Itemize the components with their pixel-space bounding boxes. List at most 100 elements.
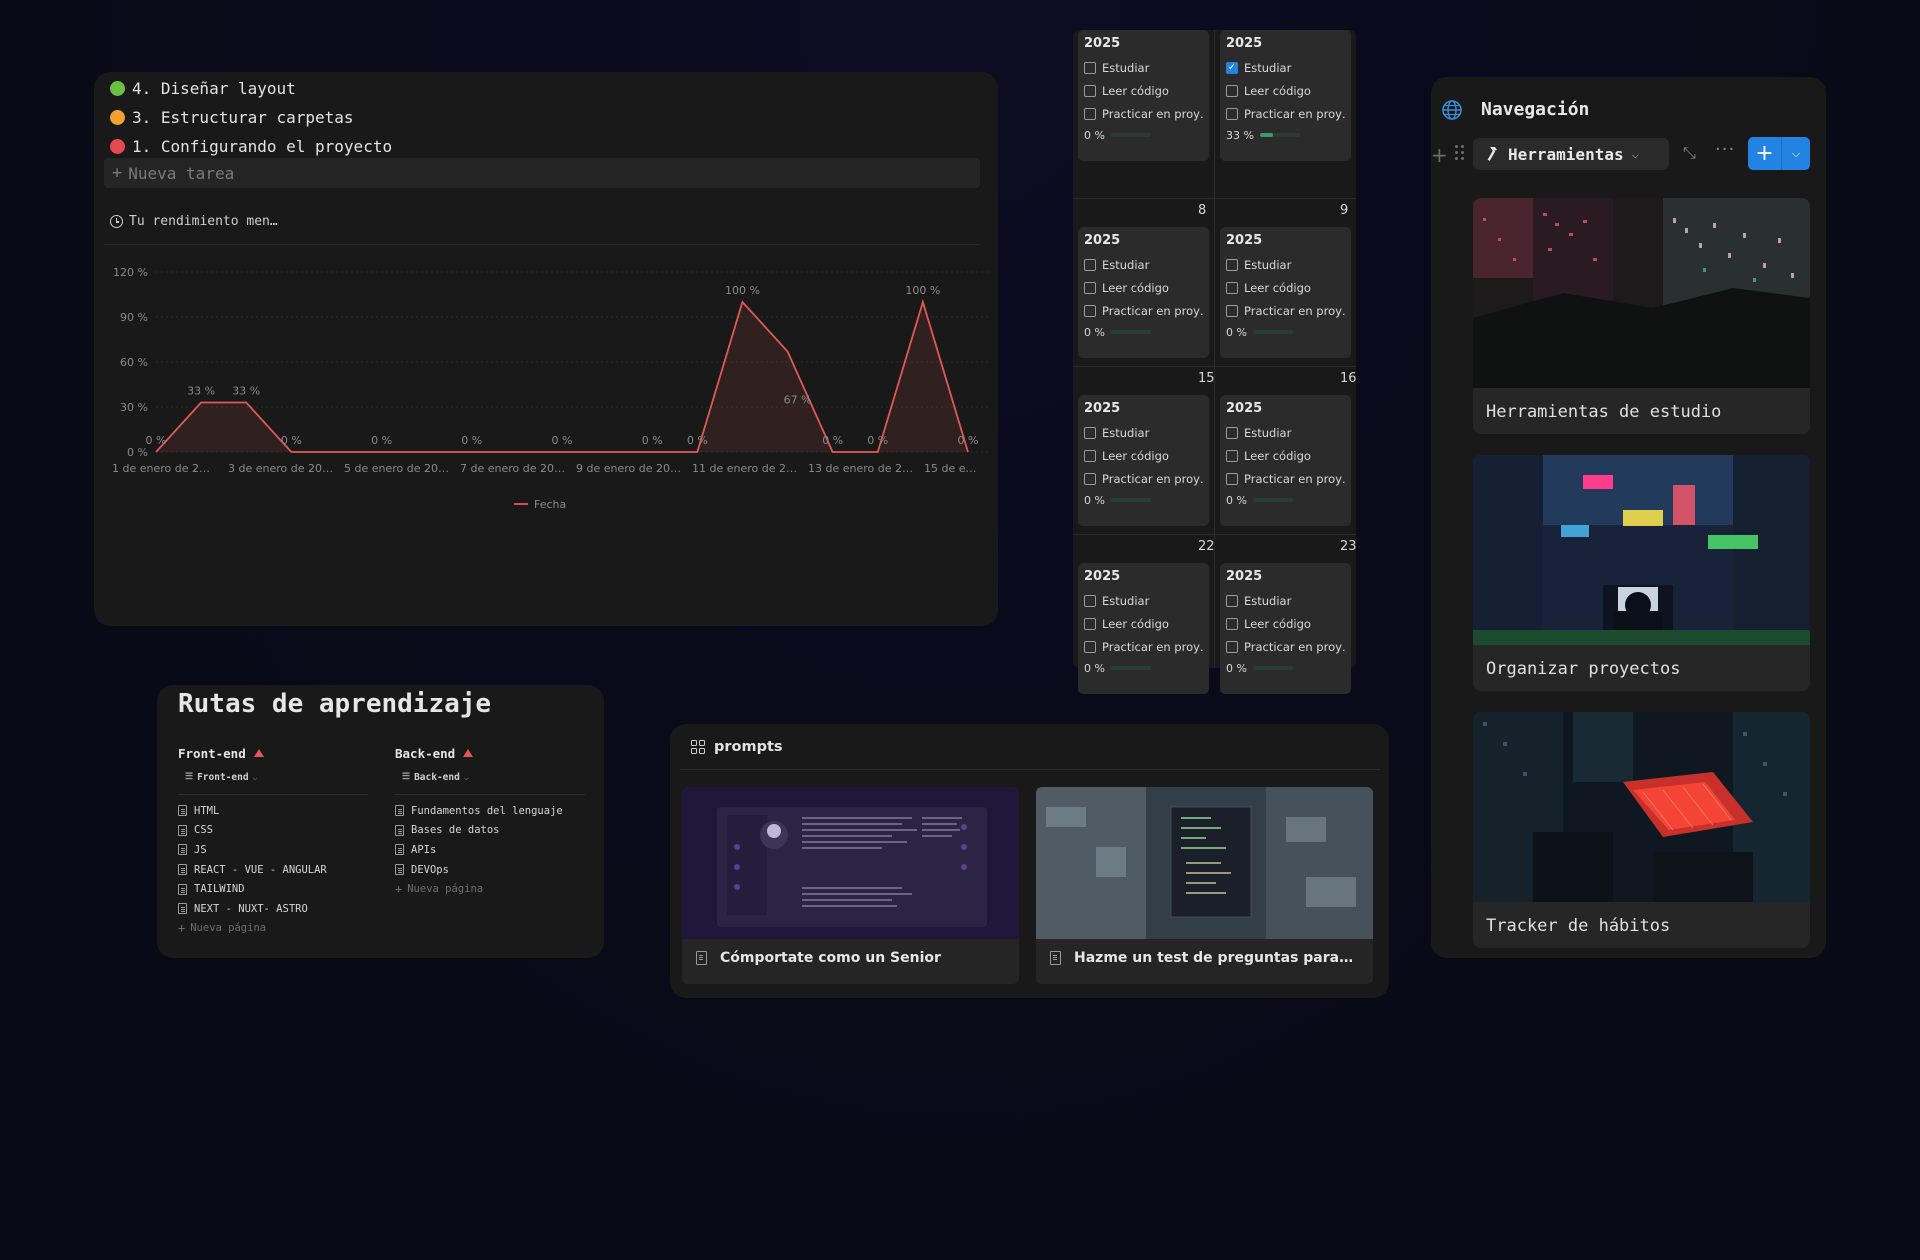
calendar-card[interactable]: 2025 Estudiar Leer código Practicar en p…: [1078, 227, 1209, 358]
checkbox-icon[interactable]: [1084, 84, 1096, 97]
route-page-link[interactable]: CSS: [178, 821, 368, 841]
nav-card-organizar[interactable]: Organizar proyectos: [1473, 455, 1810, 691]
habit-checkbox-row[interactable]: Leer código: [1226, 612, 1345, 635]
habit-checkbox-row[interactable]: Practicar en proy…: [1226, 467, 1345, 490]
view-tab-herramientas[interactable]: Herramientas ⌵: [1473, 138, 1669, 170]
checkbox-icon[interactable]: [1226, 472, 1238, 485]
checkbox-icon[interactable]: [1226, 281, 1238, 294]
habit-checkbox-row[interactable]: Estudiar: [1084, 253, 1203, 276]
route-page-link[interactable]: DEVOps: [395, 860, 585, 880]
checkbox-icon[interactable]: [1226, 617, 1238, 630]
habit-checkbox-row[interactable]: Practicar en proy…: [1084, 467, 1203, 490]
habit-checkbox-row[interactable]: Leer código: [1226, 79, 1345, 102]
checkbox-icon[interactable]: [1226, 304, 1238, 317]
status-dot-icon: [110, 109, 125, 125]
checkbox-icon[interactable]: [1084, 61, 1096, 74]
checkbox-icon[interactable]: [1226, 449, 1238, 462]
add-block-icon[interactable]: +: [1431, 143, 1448, 167]
checkbox-icon[interactable]: [1084, 640, 1096, 653]
checkbox-icon[interactable]: [1084, 258, 1096, 271]
view-toolbar: + Herramientas ⌵ ⤡ ··· + ⌵: [1431, 137, 1826, 171]
checkbox-icon[interactable]: [1226, 107, 1238, 120]
checkbox-icon[interactable]: [1084, 426, 1096, 439]
habit-checkbox-row[interactable]: Estudiar: [1226, 421, 1345, 444]
calendar-board: 2025 Estudiar Leer código Practicar en p…: [1073, 30, 1357, 694]
route-heading[interactable]: Back-end: [395, 745, 585, 761]
habit-checkbox-row[interactable]: Estudiar: [1226, 253, 1345, 276]
checkbox-icon[interactable]: [1084, 449, 1096, 462]
new-task-button[interactable]: + Nueva tarea: [104, 158, 980, 188]
checkbox-icon[interactable]: [1084, 304, 1096, 317]
collapse-triangle-icon[interactable]: [463, 749, 474, 757]
checkbox-icon[interactable]: [1084, 617, 1096, 630]
chevron-down-icon[interactable]: ⌵: [1782, 137, 1810, 170]
more-icon[interactable]: ···: [1715, 139, 1735, 160]
habit-checkbox-row[interactable]: Leer código: [1226, 444, 1345, 467]
nav-card-herramientas[interactable]: Herramientas de estudio: [1473, 198, 1810, 434]
habit-checkbox-row[interactable]: Practicar en proy…: [1226, 299, 1345, 322]
checkbox-icon[interactable]: [1226, 640, 1238, 653]
new-page-button[interactable]: + Nueva página: [178, 919, 368, 939]
new-page-button[interactable]: + ⌵: [1748, 137, 1810, 170]
checkbox-icon[interactable]: [1226, 594, 1238, 607]
habit-checkbox-row[interactable]: Leer código: [1084, 79, 1203, 102]
route-view-tab[interactable]: ☰ Front-end ⌵: [178, 770, 368, 795]
route-page-link[interactable]: APIs: [395, 840, 585, 860]
checkbox-icon[interactable]: [1084, 472, 1096, 485]
card-year: 2025: [1226, 569, 1263, 584]
habit-checkbox-row[interactable]: Leer código: [1084, 444, 1203, 467]
calendar-card[interactable]: 2025 Estudiar Leer código Practicar en p…: [1078, 563, 1209, 694]
route-page-link[interactable]: Bases de datos: [395, 821, 585, 841]
checkbox-icon[interactable]: ✓: [1226, 61, 1238, 74]
calendar-card[interactable]: 2025 Estudiar Leer código Practicar en p…: [1220, 395, 1351, 526]
checkbox-icon[interactable]: [1226, 258, 1238, 271]
task-item[interactable]: 3. Estructurar carpetas: [110, 103, 354, 131]
checkbox-icon[interactable]: [1084, 107, 1096, 120]
task-item[interactable]: 4. Diseñar layout: [110, 74, 296, 102]
calendar-card[interactable]: 2025 Estudiar Leer código Practicar en p…: [1220, 227, 1351, 358]
habit-checkbox-row[interactable]: Leer código: [1084, 612, 1203, 635]
drag-handle-icon[interactable]: [1455, 145, 1465, 161]
habit-checkbox-row[interactable]: Estudiar: [1084, 589, 1203, 612]
habit-checkbox-row[interactable]: Leer código: [1226, 276, 1345, 299]
chart-title[interactable]: Tu rendimiento men…: [110, 214, 278, 229]
habit-checkbox-row[interactable]: Practicar en proy…: [1084, 635, 1203, 658]
route-page-link[interactable]: Fundamentos del lenguaje: [395, 801, 585, 821]
route-page-link[interactable]: REACT - VUE - ANGULAR: [178, 860, 368, 880]
prompt-card[interactable]: Hazme un test de preguntas para…: [1036, 787, 1373, 984]
route-heading-text: Back-end: [395, 745, 456, 761]
route-page-link[interactable]: JS: [178, 840, 368, 860]
progress-bar: [1252, 666, 1293, 670]
nav-card-tracker[interactable]: Tracker de hábitos: [1473, 712, 1810, 948]
habit-checkbox-row[interactable]: Practicar en proy…: [1084, 102, 1203, 125]
habit-checkbox-row[interactable]: ✓ Estudiar: [1226, 56, 1345, 79]
route-page-link[interactable]: HTML: [178, 801, 368, 821]
prompts-header[interactable]: prompts: [691, 739, 783, 755]
calendar-card[interactable]: 2025 Estudiar Leer código Practicar en p…: [1078, 30, 1209, 161]
checkbox-icon[interactable]: [1084, 281, 1096, 294]
habit-checkbox-row[interactable]: Practicar en proy…: [1226, 635, 1345, 658]
route-heading[interactable]: Front-end: [178, 745, 368, 761]
calendar-card[interactable]: 2025 Estudiar Leer código Practicar en p…: [1220, 563, 1351, 694]
habit-checkbox-row[interactable]: Practicar en proy…: [1226, 102, 1345, 125]
calendar-card[interactable]: 2025 ✓ Estudiar Leer código Practicar en…: [1220, 30, 1351, 161]
collapse-triangle-icon[interactable]: [253, 749, 264, 757]
habit-checkbox-row[interactable]: Practicar en proy…: [1084, 299, 1203, 322]
habit-checkbox-row[interactable]: Estudiar: [1084, 56, 1203, 79]
habit-checkbox-row[interactable]: Estudiar: [1226, 589, 1345, 612]
habit-checkbox-row[interactable]: Leer código: [1084, 276, 1203, 299]
habit-checkbox-row[interactable]: Estudiar: [1084, 421, 1203, 444]
prompt-card[interactable]: Cómportate como un Senior: [682, 787, 1019, 984]
route-page-link[interactable]: TAILWIND: [178, 879, 368, 899]
new-page-button[interactable]: + Nueva página: [395, 879, 585, 899]
checkbox-icon[interactable]: [1226, 426, 1238, 439]
calendar-card[interactable]: 2025 Estudiar Leer código Practicar en p…: [1078, 395, 1209, 526]
expand-icon[interactable]: ⤡: [1683, 143, 1696, 163]
route-view-tab[interactable]: ☰ Back-end ⌵: [395, 770, 585, 795]
task-item[interactable]: 1. Configurando el proyecto: [110, 132, 392, 160]
plus-icon[interactable]: +: [1748, 137, 1782, 170]
route-page-label: JS: [194, 843, 207, 856]
route-page-link[interactable]: NEXT - NUXT- ASTRO: [178, 899, 368, 919]
checkbox-icon[interactable]: [1226, 84, 1238, 97]
checkbox-icon[interactable]: [1084, 594, 1096, 607]
